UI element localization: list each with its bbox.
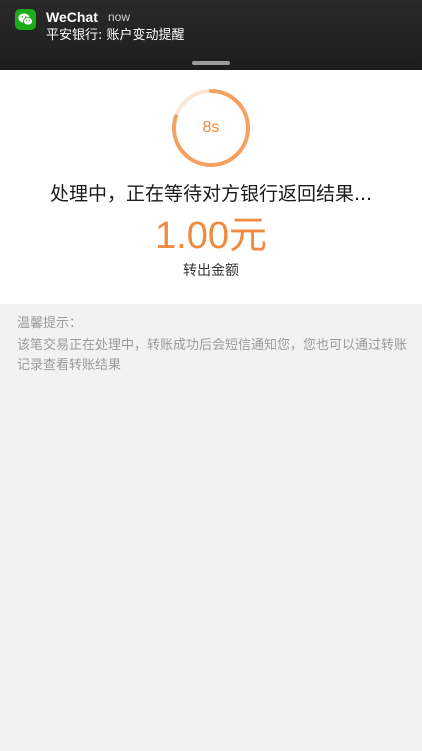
status-text: 处理中，正在等待对方银行返回结果... bbox=[49, 183, 373, 205]
notification-banner[interactable]: WeChat now 平安银行: 账户变动提醒 bbox=[0, 0, 422, 70]
countdown-value: 8s bbox=[202, 119, 220, 136]
tips-title: 温馨提示： bbox=[17, 316, 83, 331]
transfer-amount: 1.00元 bbox=[155, 215, 267, 257]
wechat-icon bbox=[15, 9, 36, 30]
countdown-timer: 8s bbox=[170, 87, 252, 169]
notification-time: now bbox=[108, 10, 131, 24]
notification-grabber-handle[interactable] bbox=[192, 61, 230, 65]
notification-message: 平安银行: 账户变动提醒 bbox=[46, 28, 185, 43]
transfer-amount-label: 转出金额 bbox=[183, 263, 239, 279]
tips-body: 该笔交易正在处理中，转账成功后会短信通知您，您也可以通过转账记录查看转账结果 bbox=[17, 338, 408, 373]
tips-section: 温馨提示： 该笔交易正在处理中，转账成功后会短信通知您，您也可以通过转账记录查看… bbox=[17, 314, 407, 376]
transfer-status-card: 8s 处理中，正在等待对方银行返回结果... 1.00元 转出金额 bbox=[0, 70, 422, 304]
notification-app-name: WeChat bbox=[46, 9, 98, 25]
